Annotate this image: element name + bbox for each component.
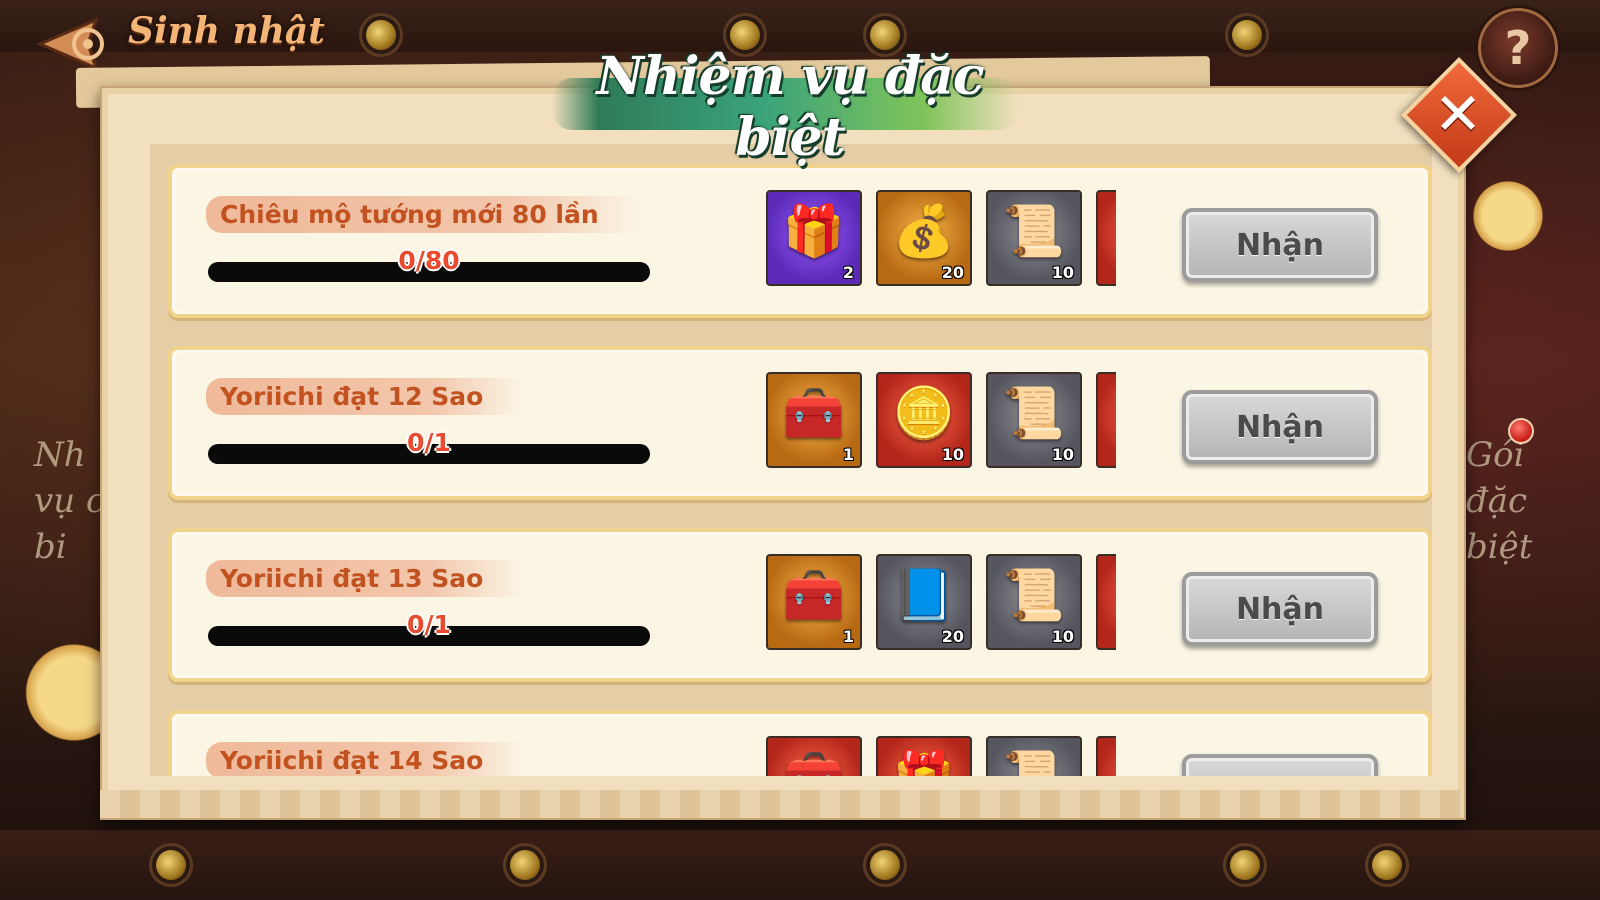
reward-item[interactable]: 📜 10 <box>986 554 1082 650</box>
task-row: Yoriichi đạt 13 Sao0/1🧰1📘20📜10🏮Nhận <box>168 528 1432 682</box>
chest-icon: 🧰 <box>782 384 846 442</box>
reward-item[interactable]: 📜 10 <box>986 190 1082 286</box>
back-button[interactable] <box>36 14 122 74</box>
progress-text: 0/1 <box>407 610 451 639</box>
claim-button[interactable]: Nhận <box>1182 390 1378 464</box>
progress-text: 0/80 <box>398 246 460 275</box>
gold-ingot-icon: 🏮 <box>1098 384 1116 443</box>
money-bag-icon: 💰 <box>892 202 956 260</box>
reward-item[interactable]: 🏮 <box>1096 554 1116 650</box>
task-label: Chiêu mộ tướng mới 80 lần <box>206 196 639 233</box>
reward-quantity: 1 <box>842 445 854 464</box>
chest-icon: 🧰 <box>782 566 846 624</box>
scroll-icon: 📜 <box>1002 202 1066 260</box>
reward-item[interactable]: 🧰 1 <box>766 372 862 468</box>
gold-stud-icon <box>156 850 186 880</box>
dialog-title: Nhiệm vụ đặc biệt <box>596 46 984 168</box>
reward-item[interactable]: 🧰 1 <box>766 554 862 650</box>
chest-icon: 🧰 <box>768 748 860 776</box>
reward-list: 🎁2💰20📜10🏮 <box>746 190 1116 290</box>
skill-book-icon: 📘 <box>892 566 956 624</box>
task-label: Yoriichi đạt 14 Sao <box>206 742 524 776</box>
reward-quantity: 10 <box>1051 627 1074 646</box>
gold-stud-icon <box>510 850 540 880</box>
reward-quantity: 10 <box>1051 445 1074 464</box>
close-button[interactable]: ✕ <box>1420 76 1496 152</box>
treasure-box-icon: 🎁 <box>878 748 970 776</box>
claim-button[interactable] <box>1182 754 1378 776</box>
reward-item[interactable]: 🏮 <box>1096 736 1116 776</box>
scroll-icon: 📜 <box>1002 384 1066 442</box>
gold-stud-icon <box>870 850 900 880</box>
reward-quantity: 20 <box>941 627 964 646</box>
gold-stud-icon <box>1230 850 1260 880</box>
notification-dot <box>1508 418 1534 444</box>
gold-stud-icon <box>1372 850 1402 880</box>
claim-button[interactable]: Nhận <box>1182 208 1378 282</box>
scroll-icon: 📜 <box>1002 566 1066 624</box>
reward-item[interactable]: 🪙 10 <box>876 372 972 468</box>
screen-title: Sinh nhật <box>128 10 325 52</box>
reward-item[interactable]: 🏮 <box>1096 190 1116 286</box>
reward-item[interactable]: 🧰 <box>766 736 862 776</box>
dialog-title-banner: Nhiệm vụ đặc biệt <box>552 44 1018 168</box>
reward-quantity: 2 <box>842 263 854 282</box>
background-side-text-right: Gói đặc biệt <box>1466 435 1533 567</box>
reward-quantity: 10 <box>941 445 964 464</box>
gold-stud-icon <box>1232 20 1262 50</box>
bottom-wooden-beam <box>0 830 1600 900</box>
reward-list: 🧰 🎁 📜 🏮 <box>746 736 1116 776</box>
reward-item[interactable]: 📜 <box>986 736 1082 776</box>
claim-button[interactable]: Nhận <box>1182 572 1378 646</box>
reward-list: 🧰1📘20📜10🏮 <box>746 554 1116 654</box>
reward-item[interactable]: 📜 10 <box>986 372 1082 468</box>
task-row: Chiêu mộ tướng mới 80 lần0/80🎁2💰20📜10🏮Nh… <box>168 164 1432 318</box>
task-label: Yoriichi đạt 13 Sao <box>206 560 524 597</box>
gold-ingot-icon: 🏮 <box>1098 202 1116 261</box>
dialog-bottom-border <box>100 790 1462 818</box>
gold-stud-icon <box>366 20 396 50</box>
background-side-text-left: Nh vụ c bi <box>34 435 105 567</box>
reward-item[interactable]: 💰 20 <box>876 190 972 286</box>
progress-text: 0/1 <box>407 428 451 457</box>
reward-quantity: 20 <box>941 263 964 282</box>
gold-ingot-icon: 🏮 <box>1098 748 1116 776</box>
gold-ingot-icon: 🏮 <box>1098 566 1116 625</box>
scroll-icon: 📜 <box>988 748 1080 776</box>
task-list[interactable]: Chiêu mộ tướng mới 80 lần0/80🎁2💰20📜10🏮Nh… <box>150 144 1432 776</box>
task-label: Yoriichi đạt 12 Sao <box>206 378 524 415</box>
task-row: Yoriichi đạt 14 Sao 🧰 🎁 📜 🏮 <box>168 710 1432 776</box>
coin-pile-icon: 🪙 <box>892 384 956 442</box>
treasure-box-icon: 🎁 <box>782 202 846 260</box>
reward-item[interactable]: 🎁 2 <box>766 190 862 286</box>
reward-quantity: 1 <box>842 627 854 646</box>
gold-cloud-icon <box>1468 176 1548 256</box>
reward-item[interactable]: 🏮 <box>1096 372 1116 468</box>
reward-list: 🧰1🪙10📜10🏮 <box>746 372 1116 472</box>
reward-item[interactable]: 🎁 <box>876 736 972 776</box>
back-arrow-icon <box>36 17 104 71</box>
task-row: Yoriichi đạt 12 Sao0/1🧰1🪙10📜10🏮Nhận <box>168 346 1432 500</box>
reward-quantity: 10 <box>1051 263 1074 282</box>
reward-item[interactable]: 📘 20 <box>876 554 972 650</box>
